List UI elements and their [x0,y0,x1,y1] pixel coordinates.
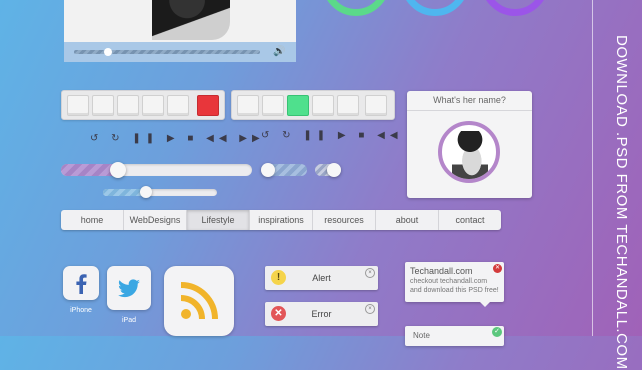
square-button[interactable] [312,95,334,116]
tooltip-title: Techandall.com [410,266,473,276]
twitter-icon [118,279,140,298]
rss-icon [180,282,218,320]
video-seek-thumb[interactable] [104,48,112,56]
video-seek-track[interactable] [74,50,260,54]
app-label-iphone: iPhone [70,307,92,314]
facebook-app-button[interactable] [63,266,99,300]
square-button[interactable] [237,95,259,116]
blue-circle-indicator [401,0,469,16]
square-button[interactable] [117,95,139,116]
square-button[interactable] [67,95,89,116]
square-button[interactable] [337,95,359,116]
app-label-ipad: iPad [121,317,136,324]
toggle-knob [327,163,341,177]
toggle-knob [261,163,275,177]
alert-label: Alert [312,273,331,283]
tooltip-arrow [480,302,490,307]
square-button-active-green[interactable] [287,95,309,116]
rss-app-button[interactable] [164,266,234,336]
profile-avatar[interactable] [438,121,500,183]
slider-knob-small[interactable] [140,186,153,198]
nav-item-about[interactable]: about [376,210,439,230]
square-button-active-red[interactable] [197,95,219,116]
profile-card: What's her name? [407,91,532,198]
green-circle-indicator [322,0,390,16]
square-button[interactable] [167,95,189,116]
close-icon[interactable]: × [365,268,375,278]
twitter-app-button[interactable] [107,266,151,310]
nav-item-lifestyle[interactable]: Lifestyle [187,210,250,230]
progress-slider-small[interactable] [103,189,217,196]
note-message: Note ✓ [405,326,504,346]
main-nav: home WebDesigns Lifestyle inspirations r… [61,210,501,230]
purple-circle-indicator [481,0,549,16]
nav-item-webdesigns[interactable]: WebDesigns [124,210,187,230]
download-sidebar: DOWNLOAD .PSD FROM TECHANDALL.COM [592,0,642,370]
close-icon[interactable]: ✕ [493,264,502,273]
close-icon[interactable]: × [365,304,375,314]
nav-item-inspirations[interactable]: inspirations [250,210,313,230]
error-label: Error [311,309,332,319]
info-tooltip: Techandall.com checkout techandall.com a… [405,262,504,307]
square-button[interactable] [92,95,114,116]
profile-card-title: What's her name? [407,91,532,111]
toggle-switch-striped[interactable] [261,163,307,177]
video-frame-image [152,0,230,40]
download-banner-text[interactable]: DOWNLOAD .PSD FROM TECHANDALL.COM [613,35,630,370]
avatar-photo [452,131,488,179]
media-controls-1[interactable]: ↺ ↻ ❚❚ ▶ ■ ◀◀ ▶▶ [90,133,265,144]
video-player [64,0,296,42]
square-button[interactable] [365,95,387,116]
nav-item-resources[interactable]: resources [313,210,376,230]
progress-slider-main[interactable] [61,164,252,176]
nav-item-home[interactable]: home [61,210,124,230]
error-message: ✕ Error × [265,302,378,326]
button-group-red [61,90,225,120]
volume-icon[interactable]: 🔊 [273,46,285,57]
facebook-icon [76,274,87,294]
toggle-switch-pill[interactable] [315,163,341,177]
square-button[interactable] [262,95,284,116]
tooltip-body: checkout techandall.com and download thi… [410,278,499,294]
square-button[interactable] [142,95,164,116]
nav-item-contact[interactable]: contact [439,210,501,230]
alert-message: ! Alert × [265,266,378,290]
button-group-green [231,90,395,120]
